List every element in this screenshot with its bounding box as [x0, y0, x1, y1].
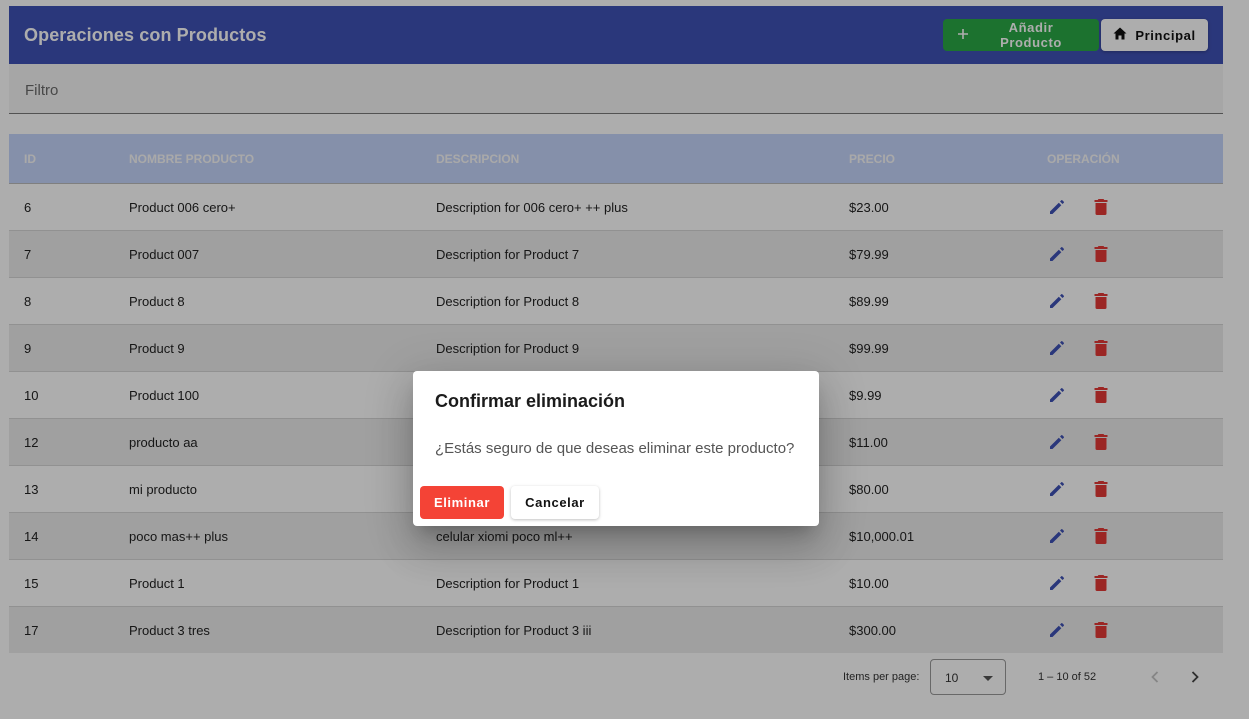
dialog-message: ¿Estás seguro de que deseas eliminar est…: [435, 440, 795, 457]
cancel-button[interactable]: Cancelar: [511, 486, 599, 519]
dialog-title: Confirmar eliminación: [435, 391, 626, 411]
confirm-delete-dialog: Confirmar eliminación ¿Estás seguro de q…: [413, 371, 819, 526]
confirm-delete-button[interactable]: Eliminar: [420, 486, 504, 519]
dialog-actions: Eliminar Cancelar: [420, 486, 599, 519]
modal-backdrop[interactable]: [0, 0, 1249, 719]
